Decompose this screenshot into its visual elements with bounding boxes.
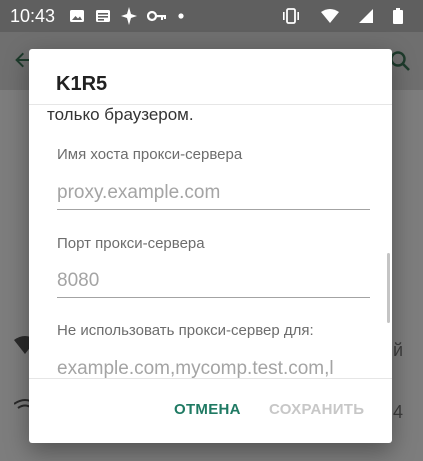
host-label: Имя хоста прокси-сервера xyxy=(57,146,243,163)
signal-icon xyxy=(359,9,373,23)
port-label: Порт прокси-сервера xyxy=(57,235,205,252)
dialog-message: только браузером. xyxy=(47,105,194,124)
vibrate-icon xyxy=(281,8,301,24)
exclusion-input[interactable] xyxy=(57,352,370,378)
background-row-text: й xyxy=(392,340,403,360)
battery-icon xyxy=(393,8,403,24)
dialog-scrollbar[interactable] xyxy=(387,253,390,323)
dialog-scroll-area[interactable]: только браузером. Имя хоста прокси-серве… xyxy=(29,105,392,378)
background-row-text: 4 xyxy=(392,402,403,422)
save-button[interactable]: СОХРАНИТЬ xyxy=(269,401,364,418)
proxy-dialog: K1R5 только браузером. Имя хоста прокси-… xyxy=(29,49,392,443)
dialog-title: K1R5 xyxy=(56,73,108,95)
search-icon xyxy=(389,50,411,77)
image-icon xyxy=(69,8,85,24)
key-icon xyxy=(147,9,167,23)
exclusion-label: Не использовать прокси-сервер для: xyxy=(57,322,314,339)
wifi-icon xyxy=(321,9,339,23)
status-bar: 10:43 xyxy=(0,0,423,32)
port-input[interactable] xyxy=(57,264,370,298)
news-icon xyxy=(95,8,111,24)
cancel-button[interactable]: ОТМЕНА xyxy=(174,401,241,418)
sparkle-icon xyxy=(121,7,138,25)
buttons-divider xyxy=(29,378,392,379)
dot-icon xyxy=(177,12,185,20)
status-time: 10:43 xyxy=(10,5,56,26)
host-input[interactable] xyxy=(57,176,370,210)
